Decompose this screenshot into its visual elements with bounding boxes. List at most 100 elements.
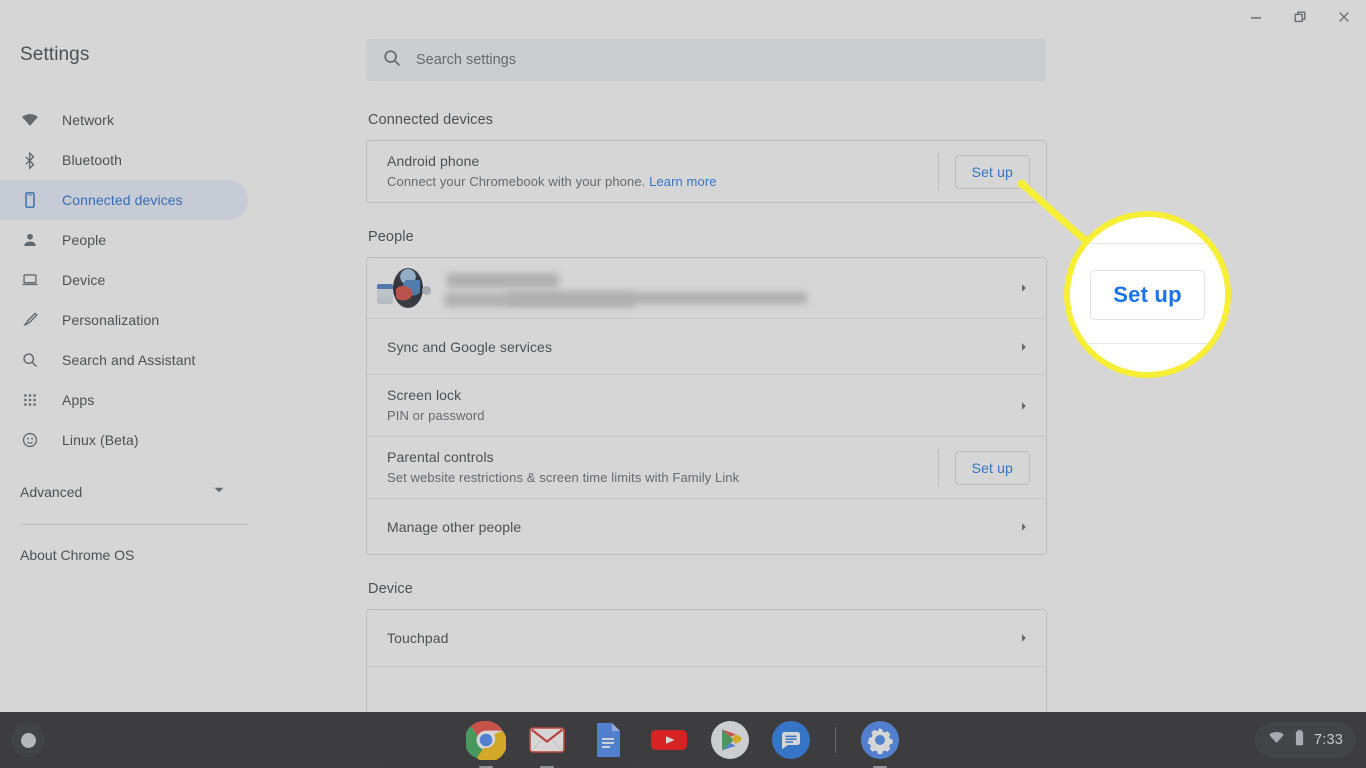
battery-icon [1293, 729, 1306, 752]
android-phone-set-up-button[interactable]: Set up [954, 154, 1030, 189]
learn-more-link[interactable]: Learn more [649, 174, 716, 189]
row-title: Screen lock [387, 387, 462, 403]
card-device: Touchpad [366, 609, 1047, 712]
wifi-icon [20, 110, 40, 130]
minimize-button[interactable] [1234, 0, 1278, 34]
section-title-connected-devices: Connected devices [368, 112, 494, 128]
sidebar-item-advanced[interactable]: Advanced [0, 472, 248, 512]
restore-button[interactable] [1278, 0, 1322, 34]
sidebar-item-label: People [62, 232, 107, 248]
row-user-account[interactable] [367, 258, 1046, 318]
row-subtitle: PIN or password [387, 408, 485, 423]
page-title: Settings [20, 44, 90, 65]
sidebar-divider [20, 524, 248, 525]
search-box[interactable] [366, 39, 1046, 81]
sidebar-item-label: About Chrome OS [20, 547, 135, 563]
row-subtitle: Connect your Chromebook with your phone.… [387, 172, 930, 192]
youtube-icon[interactable] [648, 719, 690, 761]
window-titlebar [0, 0, 1366, 34]
shelf-apps [465, 712, 901, 768]
play-store-icon[interactable] [709, 719, 751, 761]
chevron-down-icon [212, 483, 226, 502]
card-people: Sync and Google services Screen lock PIN… [366, 257, 1047, 555]
search-icon [20, 350, 40, 370]
main-content: Connected devices Android phone Connect … [300, 86, 1366, 712]
sidebar-item-device[interactable]: Device [0, 260, 248, 300]
row-title: Sync and Google services [387, 338, 553, 355]
shelf-separator [835, 727, 836, 753]
sidebar-item-label: Bluetooth [62, 152, 123, 168]
row-screen-lock[interactable]: Screen lock PIN or password [367, 374, 1046, 436]
person-icon [20, 230, 40, 250]
section-title-people: People [368, 229, 414, 245]
gmail-icon[interactable] [526, 719, 568, 761]
callout-magnifier: Set up [1064, 211, 1231, 378]
sidebar-item-bluetooth[interactable]: Bluetooth [0, 140, 248, 180]
screen: Settings Network [0, 0, 1366, 768]
sidebar-item-label: Device [62, 272, 106, 288]
row-subtitle: Set website restrictions & screen time l… [387, 470, 740, 485]
chevron-right-icon [1018, 521, 1030, 533]
row-sync-and-google-services[interactable]: Sync and Google services [367, 318, 1046, 374]
phone-icon [20, 190, 40, 210]
row-title: Touchpad [387, 630, 449, 646]
docs-icon[interactable] [587, 719, 629, 761]
sidebar-item-personalization[interactable]: Personalization [0, 300, 248, 340]
row-title: Manage other people [387, 518, 522, 535]
search-input[interactable] [416, 52, 976, 68]
row-subtitle-text: Connect your Chromebook with your phone. [387, 174, 646, 189]
shelf: 7:33 [0, 712, 1366, 768]
avatar [377, 268, 431, 308]
sidebar-item-label: Linux (Beta) [62, 432, 139, 448]
row-separator [937, 153, 939, 190]
sidebar-item-apps[interactable]: Apps [0, 380, 248, 420]
sidebar-item-label: Network [62, 112, 115, 128]
sidebar-item-search-and-assistant[interactable]: Search and Assistant [0, 340, 248, 380]
user-account-redacted [445, 272, 1006, 307]
sidebar-item-connected-devices[interactable]: Connected devices [0, 180, 248, 220]
sidebar-item-network[interactable]: Network [0, 100, 248, 140]
search-icon [382, 48, 402, 73]
section-title-device: Device [368, 581, 413, 597]
brush-icon [20, 310, 40, 330]
sidebar-item-label: Personalization [62, 312, 160, 328]
wifi-icon [1268, 729, 1285, 751]
sidebar-item-label: Connected devices [62, 192, 183, 208]
card-connected-devices: Android phone Connect your Chromebook wi… [366, 140, 1047, 203]
row-manage-other-people[interactable]: Manage other people [367, 498, 1046, 554]
chevron-right-icon [1018, 400, 1030, 412]
sidebar-item-linux-beta[interactable]: Linux (Beta) [0, 420, 248, 460]
settings-body: Network Bluetooth Connected devices Peop… [0, 86, 1366, 712]
callout-set-up-button[interactable]: Set up [1090, 269, 1205, 320]
messages-icon[interactable] [770, 719, 812, 761]
sidebar-item-label: Apps [62, 392, 95, 408]
chevron-right-icon [1018, 632, 1030, 644]
laptop-icon [20, 270, 40, 290]
clock: 7:33 [1313, 732, 1343, 748]
settings-icon[interactable] [859, 719, 901, 761]
chrome-icon[interactable] [465, 719, 507, 761]
system-tray[interactable]: 7:33 [1254, 722, 1356, 758]
chevron-right-icon [1018, 341, 1030, 353]
close-button[interactable] [1322, 0, 1366, 34]
row-title: Android phone [387, 153, 480, 169]
parental-controls-set-up-button[interactable]: Set up [954, 450, 1030, 485]
sidebar: Network Bluetooth Connected devices Peop… [0, 86, 300, 712]
row-android-phone[interactable]: Android phone Connect your Chromebook wi… [367, 141, 1046, 202]
row-separator [937, 449, 939, 486]
row-title: Parental controls [387, 449, 494, 465]
linux-penguin-icon [20, 430, 40, 450]
sidebar-item-label: Advanced [20, 484, 83, 500]
launcher-icon[interactable] [11, 723, 45, 757]
sidebar-item-label: Search and Assistant [62, 352, 196, 368]
settings-header: Settings [0, 34, 1366, 86]
grid-icon [20, 390, 40, 410]
sidebar-item-about-chrome-os[interactable]: About Chrome OS [0, 535, 248, 575]
row-next-partial[interactable] [367, 666, 1046, 712]
row-parental-controls[interactable]: Parental controls Set website restrictio… [367, 436, 1046, 498]
bluetooth-icon [20, 150, 40, 170]
row-touchpad[interactable]: Touchpad [367, 610, 1046, 666]
chevron-right-icon [1018, 282, 1030, 294]
sidebar-item-people[interactable]: People [0, 220, 248, 260]
window-controls [1234, 0, 1366, 34]
